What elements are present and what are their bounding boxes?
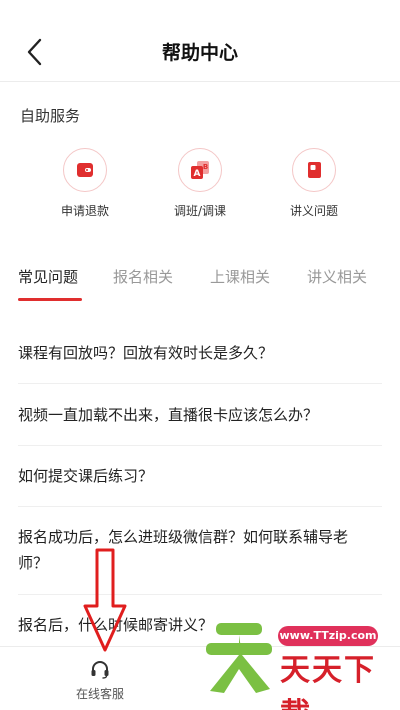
wallet-icon	[63, 148, 107, 192]
service-label: 调班/调课	[173, 204, 227, 218]
svg-text:B: B	[203, 163, 208, 171]
headset-icon	[91, 661, 109, 679]
service-handout[interactable]: 讲义问题	[259, 148, 369, 219]
swap-ab-icon: A B	[178, 148, 222, 192]
service-label: 申请退款	[60, 204, 109, 218]
faq-item[interactable]: 课程有回放吗？回放有效时长是多久？	[18, 322, 382, 384]
self-service-title: 自助服务	[20, 107, 81, 125]
self-service-grid: 申请退款 A B 调班/调课 讲义问题	[0, 148, 400, 228]
annotation-arrow-icon	[83, 548, 127, 652]
watermark-text: 天天下載	[280, 653, 376, 710]
service-transfer-class[interactable]: A B 调班/调课	[145, 148, 255, 219]
svg-text:A: A	[194, 169, 201, 179]
tab-enrollment[interactable]: 报名相关	[113, 266, 173, 287]
watermark-logo-icon	[206, 623, 272, 693]
service-refund[interactable]: 申请退款	[30, 148, 140, 219]
tab-classes[interactable]: 上课相关	[210, 266, 270, 287]
faq-item[interactable]: 报名成功后，怎么进班级微信群？如何联系辅导老师？	[18, 507, 382, 595]
active-tab-indicator	[18, 298, 82, 301]
page-title: 帮助中心	[161, 42, 238, 64]
watermark-url: www.TTzip.com	[278, 626, 378, 646]
header: 帮助中心	[0, 0, 400, 82]
customer-service-label: 在线客服	[75, 687, 124, 701]
faq-tabs: 常见问题 报名相关 上课相关 讲义相关	[0, 262, 400, 306]
watermark: www.TTzip.com 天天下載	[200, 605, 400, 710]
online-customer-service-button[interactable]: 在线客服	[60, 659, 140, 702]
faq-item[interactable]: 视频一直加载不出来，直播很卡应该怎么办？	[18, 384, 382, 446]
tab-handouts[interactable]: 讲义相关	[307, 266, 367, 287]
tab-common-questions[interactable]: 常见问题	[18, 266, 78, 287]
book-icon	[292, 148, 336, 192]
faq-item[interactable]: 如何提交课后练习？	[18, 446, 382, 507]
service-label: 讲义问题	[289, 204, 338, 218]
